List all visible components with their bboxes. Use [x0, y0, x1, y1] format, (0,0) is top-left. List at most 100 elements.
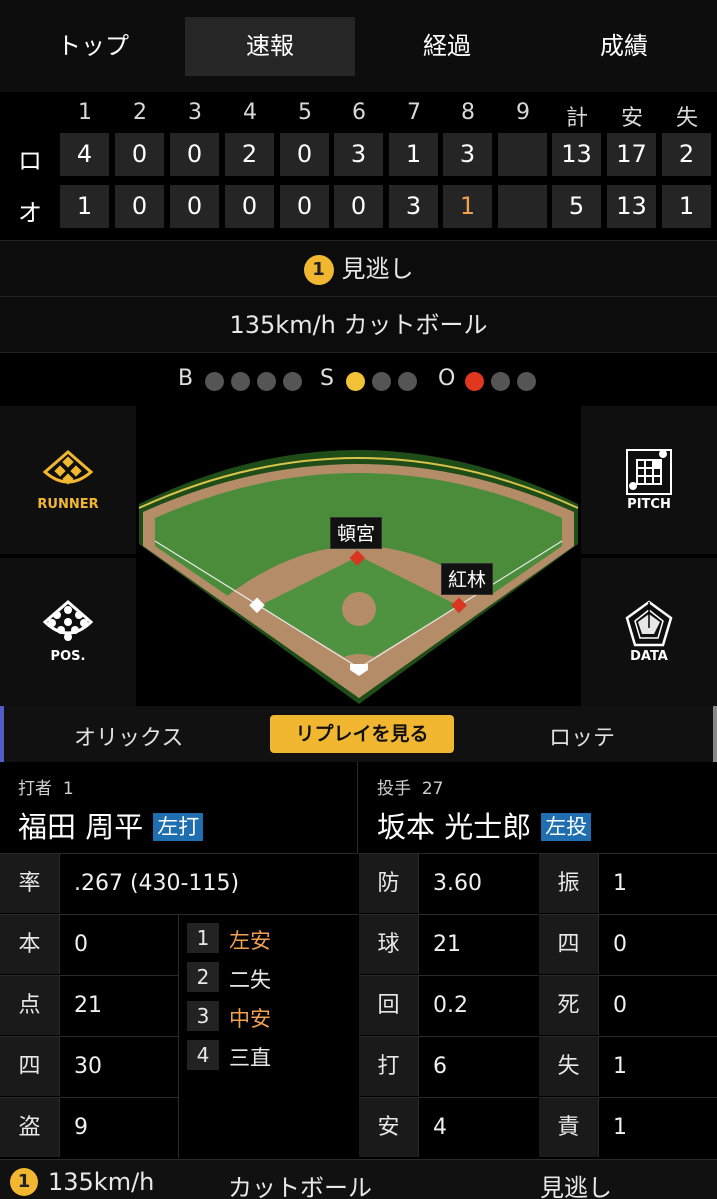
stat-key: 四	[0, 1036, 59, 1096]
score-cell: 3	[334, 133, 383, 176]
stat-key: 振	[539, 853, 598, 913]
tab-live[interactable]: 速報	[185, 17, 355, 76]
team-orix-tab[interactable]: オリックス	[74, 720, 183, 752]
at-bat-number: 1	[187, 923, 219, 953]
at-bat-result: 中安	[229, 1007, 271, 1031]
pitch-log-speed: 135km/h	[48, 1168, 155, 1196]
inning-header: 失	[675, 106, 698, 131]
pos-button[interactable]: POS.	[0, 558, 136, 706]
pitch-button[interactable]: PITCH	[581, 406, 717, 554]
runner-second-tag: 頓宮	[330, 517, 383, 549]
inning-header: 6	[352, 100, 366, 125]
ball-label: B	[178, 366, 194, 391]
tab-stats[interactable]: 成績	[539, 17, 709, 76]
score-cell: 2	[225, 133, 274, 176]
stat-value: 0	[598, 914, 717, 974]
count-indicator: B S O	[0, 352, 717, 406]
pitcher-name[interactable]: 坂本 光士郎	[377, 810, 531, 844]
stat-value: 1	[598, 853, 717, 913]
batter-hand-badge: 左打	[153, 813, 204, 841]
tab-progress[interactable]: 経過	[362, 17, 532, 76]
replay-button[interactable]: リプレイを見る	[270, 715, 454, 753]
at-bat-list: 1 左安 2 二失 3 中安 4 三直	[178, 914, 358, 1158]
stat-value: 4	[418, 1097, 538, 1157]
stat-key: 点	[0, 975, 59, 1035]
ball-dot	[257, 372, 276, 391]
runner-button[interactable]: RUNNER	[0, 406, 136, 554]
data-button[interactable]: DATA	[581, 558, 717, 706]
batter-role: 打者 1	[18, 779, 74, 799]
at-bat-number: 4	[187, 1040, 219, 1070]
pitch-log-row[interactable]: 1 135km/h カットボール 見逃し	[0, 1159, 717, 1199]
data-label: DATA	[630, 649, 668, 664]
at-bat-number: 2	[187, 962, 219, 992]
stat-key: 率	[0, 853, 59, 913]
at-bat-result: 左安	[229, 929, 271, 953]
pitch-result-row: 1 見逃し	[0, 240, 717, 296]
baseball-field	[138, 450, 579, 704]
score-cell: 0	[225, 185, 274, 228]
positions-icon	[43, 600, 93, 641]
stat-value: 0.2	[418, 975, 538, 1035]
stat-value: 0	[59, 914, 178, 974]
team-label: オ	[18, 199, 42, 227]
score-cell: 0	[170, 185, 219, 228]
pitcher-hand-badge: 左投	[541, 813, 592, 841]
pitcher-name-row: 坂本 光士郎 左投	[377, 804, 592, 846]
stat-key: 死	[539, 975, 598, 1035]
score-cell: 1	[443, 185, 492, 228]
ball-dot	[205, 372, 224, 391]
pos-label: POS.	[50, 649, 86, 664]
batter-header: 打者 1 福田 周平 左打	[0, 762, 358, 854]
inning-header: 2	[133, 100, 147, 125]
runner-label: RUNNER	[37, 497, 99, 512]
stat-key: 四	[539, 914, 598, 974]
inning-header: 5	[298, 100, 312, 125]
stat-value: 9	[59, 1097, 178, 1157]
pitcher-header: 投手 27 坂本 光士郎 左投	[359, 762, 717, 854]
score-cell: 0	[280, 185, 329, 228]
score-cell: 0	[334, 185, 383, 228]
stat-value: 30	[59, 1036, 178, 1096]
pitch-label: PITCH	[627, 497, 671, 512]
score-cell: 0	[115, 185, 164, 228]
at-bat-number: 3	[187, 1001, 219, 1031]
inning-header: 3	[188, 100, 202, 125]
stat-value: 0	[598, 975, 717, 1035]
stat-key: 失	[539, 1036, 598, 1096]
score-cell: 5	[552, 185, 601, 228]
batter-name-row: 福田 周平 左打	[18, 804, 204, 846]
score-cell: 0	[170, 133, 219, 176]
score-cell: 17	[607, 133, 656, 176]
team-lotte-tab[interactable]: ロッテ	[549, 720, 615, 752]
batter-name[interactable]: 福田 周平	[18, 810, 143, 844]
stat-value: 21	[418, 914, 538, 974]
stat-key: 防	[359, 853, 418, 913]
pitch-info-text: 135km/h カットボール	[229, 311, 488, 339]
score-cell: 3	[389, 185, 438, 228]
at-bat-result: 二失	[229, 968, 271, 992]
stat-key: 盗	[0, 1097, 59, 1157]
stat-key: 回	[359, 975, 418, 1035]
radar-chart-icon	[625, 600, 673, 647]
stat-value: 6	[418, 1036, 538, 1096]
runner-icon	[43, 450, 93, 485]
top-tabs: トップ 速報 経過 成績	[0, 0, 717, 92]
inning-header: 安	[620, 106, 643, 131]
strike-dot	[372, 372, 391, 391]
score-cell: 1	[389, 133, 438, 176]
out-dot	[465, 372, 484, 391]
tab-top[interactable]: トップ	[8, 17, 178, 76]
score-cell: 4	[60, 133, 109, 176]
inning-header: 4	[243, 100, 257, 125]
score-cell: 1	[662, 185, 711, 228]
stat-value: 21	[59, 975, 178, 1035]
score-cell: 3	[443, 133, 492, 176]
score-cell: 2	[662, 133, 711, 176]
at-bat-result: 三直	[229, 1046, 271, 1070]
score-cell: 13	[552, 133, 601, 176]
out-dot	[491, 372, 510, 391]
pitch-grid-icon	[626, 449, 672, 495]
stat-value: .267 (430-115)	[59, 853, 358, 913]
strike-label: S	[320, 366, 334, 391]
